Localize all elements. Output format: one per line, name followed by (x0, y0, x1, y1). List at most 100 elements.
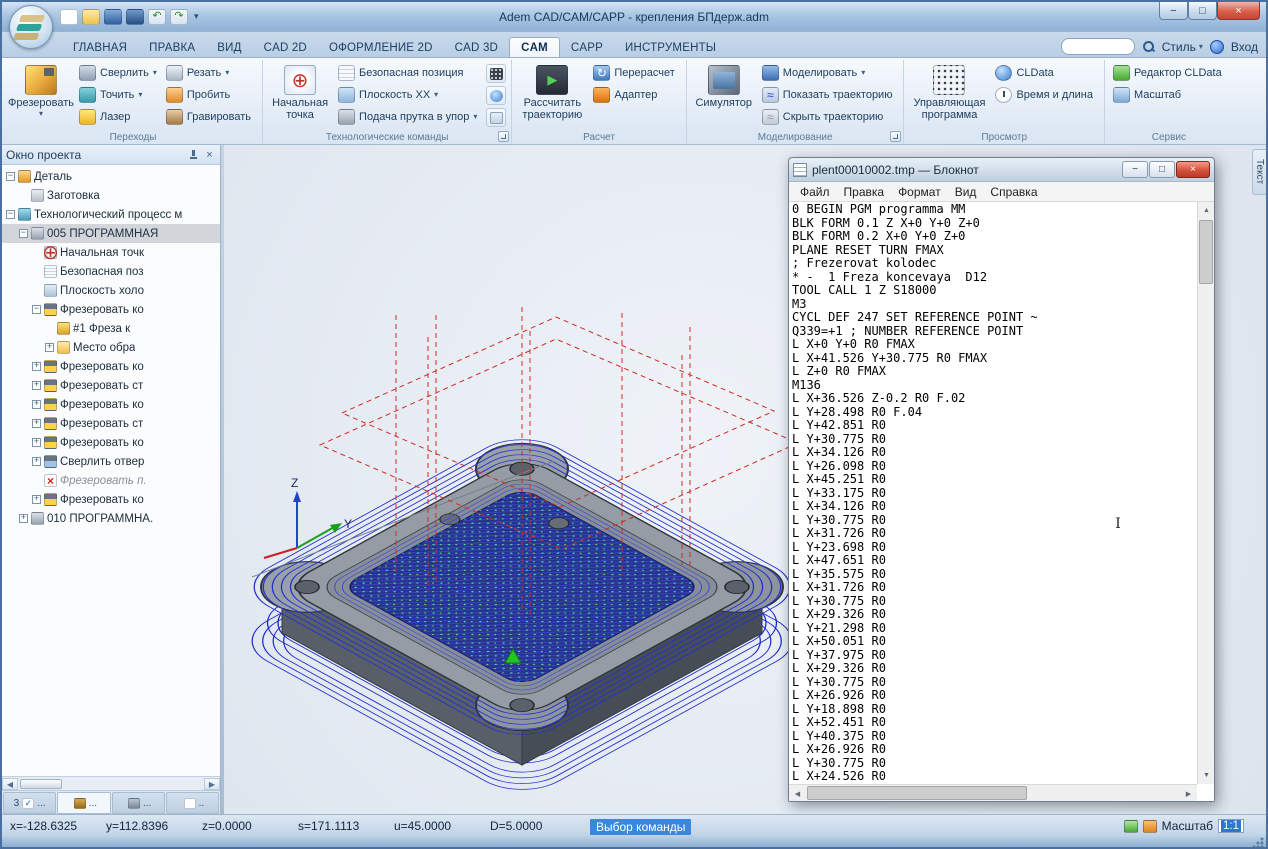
ribbon-button[interactable]: Подача прутка в упор ▾ (335, 106, 483, 128)
tree-item[interactable]: Фрезеровать ко (2, 357, 220, 376)
ribbon-button[interactable]: Лазер ▾ (76, 106, 163, 128)
tree-item[interactable]: Сверлить отвер (2, 452, 220, 471)
scrollbar-thumb[interactable] (807, 786, 1027, 800)
tree-item[interactable]: Фрезеровать ко (2, 300, 220, 319)
ribbon-icon-button[interactable] (486, 64, 506, 83)
ribbon-button[interactable]: Адаптер ▾ (590, 84, 680, 106)
search-icon[interactable] (1142, 40, 1155, 53)
milling-button[interactable]: Фрезеровать ▾ (9, 62, 73, 130)
scroll-right-icon[interactable]: ▶ (204, 778, 220, 790)
tree-expand-icon[interactable] (45, 343, 54, 352)
scroll-right-icon[interactable]: ▶ (1180, 785, 1197, 801)
tree-item[interactable]: Фрезеровать ст (2, 414, 220, 433)
tree-expand-icon[interactable] (32, 438, 41, 447)
notepad-minimize-button[interactable]: − (1122, 161, 1148, 178)
notepad-menu-item[interactable]: Формат (891, 183, 948, 201)
new-doc-icon[interactable] (60, 9, 78, 25)
ribbon-tab[interactable]: CAD 3D (444, 38, 509, 57)
orange-cube-icon[interactable] (1143, 820, 1157, 833)
tree-expand-icon[interactable] (32, 476, 41, 485)
ribbon-tab[interactable]: CAM (509, 37, 560, 57)
simulator-button[interactable]: Симулятор (692, 62, 756, 130)
notepad-text[interactable]: 0 BEGIN PGM programma MM BLK FORM 0.1 Z … (792, 203, 1196, 784)
login-icon[interactable] (1210, 40, 1224, 54)
ribbon-button[interactable]: Безопасная позиция ▾ (335, 62, 483, 84)
tree-expand-icon[interactable] (19, 191, 28, 200)
tree-expand-icon[interactable] (32, 362, 41, 371)
ribbon-tab[interactable]: ВИД (206, 38, 252, 57)
ribbon-tab[interactable]: ИНСТРУМЕНТЫ (614, 38, 727, 57)
minimize-button[interactable]: − (1159, 2, 1188, 20)
tree-item[interactable]: #1 Фреза к (2, 319, 220, 338)
ribbon-tab[interactable]: CAD 2D (253, 38, 318, 57)
tree-item[interactable]: Заготовка (2, 186, 220, 205)
tree-item[interactable]: 010 ПРОГРАММНА. (2, 509, 220, 528)
green-book-icon[interactable] (1124, 820, 1138, 833)
tree-expand-icon[interactable] (32, 419, 41, 428)
ribbon-icon-button[interactable] (486, 108, 506, 127)
tree-item[interactable]: Начальная точк (2, 243, 220, 262)
panel-close-icon[interactable]: × (203, 148, 216, 161)
notepad-titlebar[interactable]: plent00010002.tmp — Блокнот − □ × (789, 158, 1214, 182)
tree-item[interactable]: Деталь (2, 167, 220, 186)
scroll-left-icon[interactable]: ◀ (789, 785, 806, 801)
ribbon-button[interactable]: Редактор CLData ▾ (1110, 62, 1228, 84)
ribbon-tab[interactable]: ОФОРМЛЕНИЕ 2D (318, 38, 444, 57)
tree-expand-icon[interactable] (19, 229, 28, 238)
redo-icon[interactable] (170, 9, 188, 25)
tree-item[interactable]: Безопасная поз (2, 262, 220, 281)
dialog-launcher-icon[interactable] (890, 131, 901, 142)
ribbon-button[interactable]: Моделировать ▾ (759, 62, 899, 84)
scroll-up-icon[interactable]: ▲ (1198, 202, 1214, 219)
pin-icon[interactable] (188, 149, 199, 160)
panel-tab[interactable]: 3 ... (3, 792, 56, 814)
tree-item[interactable]: Фрезеровать ко (2, 490, 220, 509)
tree-item[interactable]: Фрезеровать ст (2, 376, 220, 395)
ribbon-button[interactable]: Перерасчет ▾ (590, 62, 680, 84)
scale-input[interactable]: 1:1 (1218, 819, 1244, 833)
undo-icon[interactable] (148, 9, 166, 25)
start-point-button[interactable]: Начальная точка (268, 62, 332, 130)
panel-tab[interactable]: .. (166, 792, 219, 814)
ribbon-button[interactable]: Показать траекторию ▾ (759, 84, 899, 106)
close-button[interactable]: × (1217, 2, 1260, 20)
login-button[interactable]: Вход (1231, 40, 1258, 54)
style-dropdown[interactable]: Стиль▾ (1162, 40, 1203, 54)
save-all-icon[interactable] (126, 9, 144, 25)
tree-expand-icon[interactable] (32, 305, 41, 314)
tree-expand-icon[interactable] (32, 457, 41, 466)
open-folder-icon[interactable] (82, 9, 100, 25)
calculate-toolpath-button[interactable]: Рассчитать траекторию (517, 62, 587, 130)
ribbon-button[interactable]: Масштаб ▾ (1110, 84, 1228, 106)
ribbon-tab[interactable]: ГЛАВНАЯ (62, 38, 138, 57)
tree-item[interactable]: Фрезеровать п. (2, 471, 220, 490)
notepad-maximize-button[interactable]: □ (1149, 161, 1175, 178)
panel-horizontal-scrollbar[interactable]: ◀ ▶ (2, 776, 220, 790)
panel-tab[interactable]: ... (57, 792, 110, 814)
panel-tab[interactable]: ... (112, 792, 165, 814)
notepad-menu-item[interactable]: Правка (837, 183, 892, 201)
tree-expand-icon[interactable] (32, 400, 41, 409)
tree-expand-icon[interactable] (32, 286, 41, 295)
tree-expand-icon[interactable] (32, 248, 41, 257)
tree-expand-icon[interactable] (6, 210, 15, 219)
ribbon-tab[interactable]: ПРАВКА (138, 38, 206, 57)
ribbon-tab[interactable]: CAPP (560, 38, 614, 57)
resize-grip[interactable] (1251, 836, 1264, 849)
tree-item[interactable]: Место обра (2, 338, 220, 357)
ribbon-button[interactable]: Время и длина ▾ (992, 84, 1099, 106)
ribbon-button[interactable]: Сверлить ▾ (76, 62, 163, 84)
tree-expand-icon[interactable] (19, 514, 28, 523)
search-input[interactable] (1061, 38, 1135, 55)
quick-access-menu-arrow-icon[interactable]: ▾ (194, 11, 199, 22)
tree-item[interactable]: 005 ПРОГРАММНАЯ (2, 224, 220, 243)
notepad-close-button[interactable]: × (1176, 161, 1210, 178)
maximize-button[interactable]: □ (1188, 2, 1217, 20)
tree-item[interactable]: Технологический процесс м (2, 205, 220, 224)
notepad-menu-item[interactable]: Вид (948, 183, 984, 201)
notepad-menu-item[interactable]: Справка (983, 183, 1044, 201)
ribbon-button[interactable]: Гравировать ▾ (163, 106, 257, 128)
scroll-left-icon[interactable]: ◀ (2, 778, 18, 790)
notepad-horizontal-scrollbar[interactable]: ◀ ▶ (789, 784, 1197, 801)
tree-expand-icon[interactable] (32, 267, 41, 276)
